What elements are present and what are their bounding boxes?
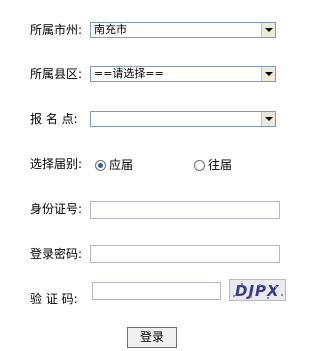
county-label: 所属县区: [30, 67, 83, 81]
id-number-label: 身份证号: [30, 202, 83, 216]
captcha-image[interactable]: DJPX [229, 279, 286, 301]
radio-checked-icon[interactable] [95, 159, 106, 171]
chevron-down-icon[interactable] [261, 112, 275, 126]
session-option-current-label: 应届 [109, 158, 134, 172]
county-select[interactable]: ==请选择== [90, 66, 276, 82]
id-number-input[interactable] [90, 201, 280, 219]
radio-unchecked-icon[interactable] [194, 159, 205, 171]
county-select-value: ==请选择== [94, 67, 164, 80]
session-option-previous-label: 往届 [208, 158, 233, 172]
captcha-label: 验 证 码: [30, 292, 78, 306]
site-select[interactable] [90, 111, 276, 127]
chevron-down-icon[interactable] [261, 23, 275, 37]
password-input[interactable] [90, 245, 280, 263]
city-select-value: 南充市 [94, 23, 127, 36]
session-option-current[interactable]: 应届 [95, 157, 133, 173]
registration-login-form: 所属市州: 南充市 所属县区: ==请选择== 报 名 点: 选择届别: 应届 … [0, 0, 323, 351]
chevron-down-icon[interactable] [261, 67, 275, 81]
captcha-input[interactable] [92, 282, 221, 300]
city-select[interactable]: 南充市 [90, 22, 276, 38]
session-option-previous[interactable]: 往届 [194, 157, 232, 173]
city-label: 所属市州: [30, 23, 83, 37]
site-label: 报 名 点: [30, 112, 78, 126]
login-button[interactable]: 登录 [127, 327, 177, 348]
password-label: 登录密码: [30, 247, 83, 261]
session-label: 选择届别: [30, 157, 83, 171]
